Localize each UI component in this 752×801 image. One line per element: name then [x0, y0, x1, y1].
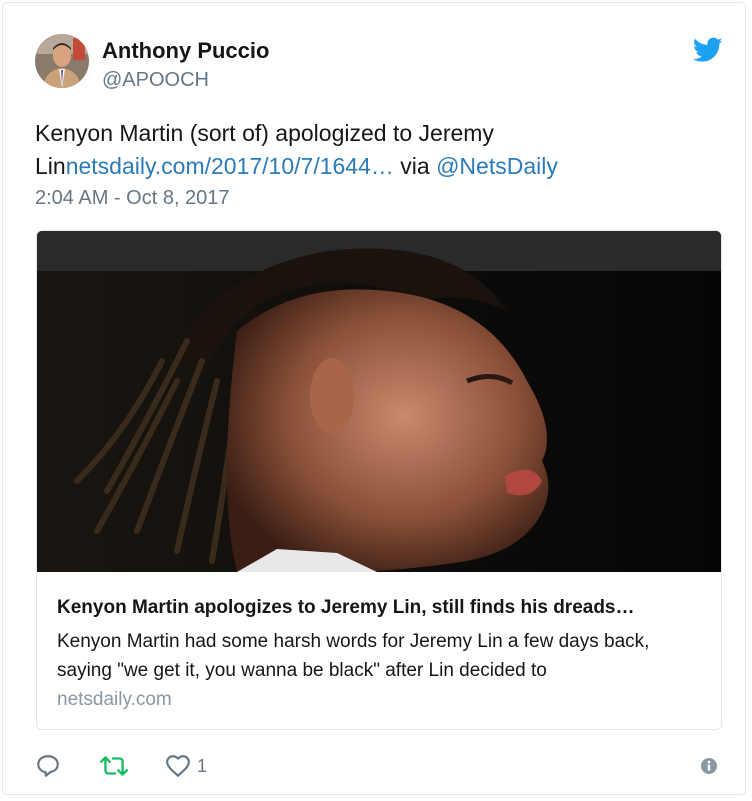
- tweet-link[interactable]: netsdaily.com/2017/10/7/1644…: [66, 153, 394, 179]
- avatar[interactable]: [35, 34, 89, 88]
- tweet-text: Kenyon Martin (sort of) apologized to Je…: [35, 117, 695, 183]
- card-description: Kenyon Martin had some harsh words for J…: [57, 631, 650, 681]
- twitter-bird-icon[interactable]: [692, 37, 723, 63]
- card-domain: netsdaily.com: [57, 689, 172, 710]
- card-image[interactable]: [37, 231, 721, 572]
- author-name[interactable]: Anthony Puccio: [102, 38, 269, 64]
- author-handle[interactable]: @APOOCH: [102, 69, 209, 92]
- like-count: 1: [197, 755, 208, 776]
- retweet-icon: [99, 756, 129, 776]
- embedded-tweet: Anthony Puccio @APOOCH Kenyon Martin (so…: [2, 2, 746, 795]
- retweet-button[interactable]: [99, 751, 129, 781]
- reply-icon: [37, 755, 59, 777]
- mention-link[interactable]: @NetsDaily: [436, 153, 558, 179]
- card-title[interactable]: Kenyon Martin apologizes to Jeremy Lin, …: [57, 597, 707, 619]
- info-button[interactable]: [699, 751, 719, 781]
- heart-icon: [166, 755, 190, 778]
- tweet-actions: 1: [35, 751, 725, 781]
- info-icon: [701, 758, 717, 774]
- tweet-via: via: [393, 153, 437, 179]
- reply-button[interactable]: [35, 751, 61, 781]
- tweet-timestamp[interactable]: 2:04 AM - Oct 8, 2017: [35, 187, 230, 210]
- link-card[interactable]: Kenyon Martin apologizes to Jeremy Lin, …: [36, 230, 722, 730]
- like-button[interactable]: 1: [165, 751, 207, 781]
